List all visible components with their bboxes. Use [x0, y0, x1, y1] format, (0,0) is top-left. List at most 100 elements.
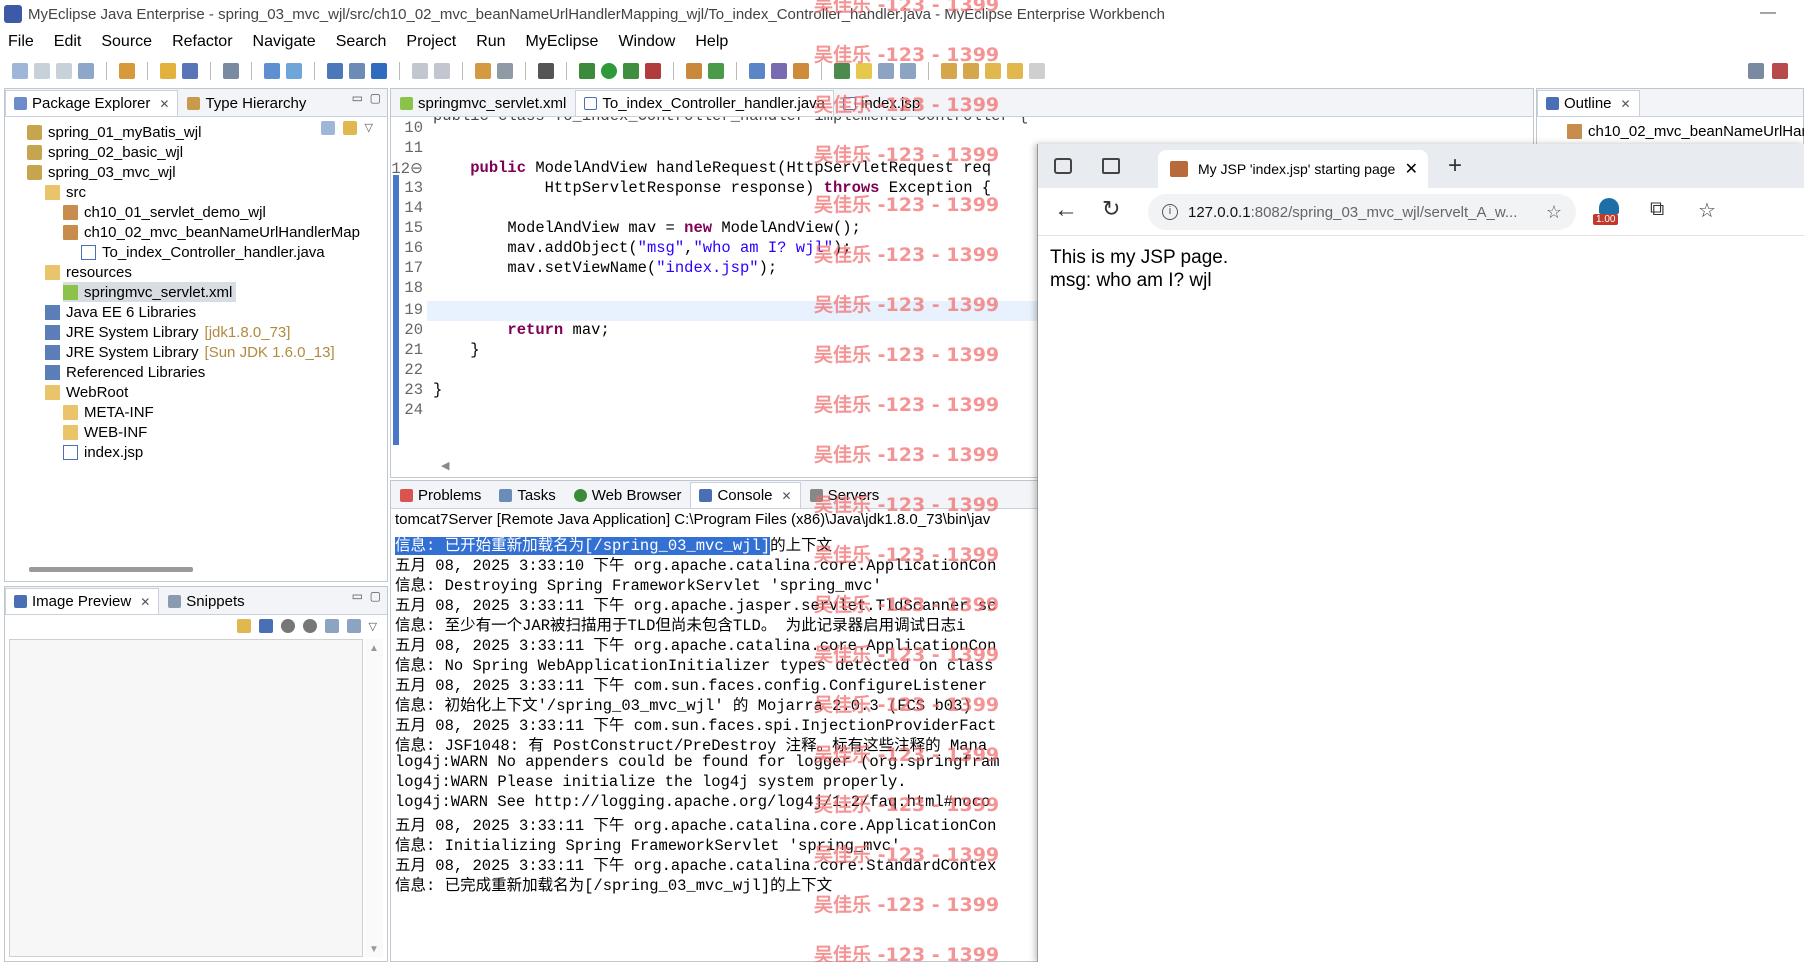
site-info-icon[interactable]: i — [1162, 204, 1178, 220]
fit-window-icon[interactable] — [346, 619, 361, 633]
zoom-in-icon[interactable] — [302, 619, 317, 633]
close-icon[interactable]: ✕ — [782, 489, 792, 503]
new-class-icon[interactable] — [708, 63, 724, 79]
build-icon[interactable] — [475, 63, 491, 79]
browser-tab-active[interactable]: My JSP 'index.jsp' starting page ✕ — [1158, 150, 1428, 188]
tree-item-javaee-libs[interactable]: Java EE 6 Libraries — [45, 302, 196, 322]
task-icon[interactable] — [793, 63, 809, 79]
forward-icon[interactable] — [1029, 63, 1045, 79]
run-icon[interactable] — [601, 63, 617, 79]
tab-console[interactable]: Console ✕ — [690, 482, 801, 508]
menu-edit[interactable]: Edit — [54, 33, 82, 51]
save-icon[interactable] — [34, 63, 50, 79]
settings-icon[interactable] — [497, 63, 513, 79]
tree-item-package-ch10-02[interactable]: ch10_02_mvc_beanNameUrlHandlerMap — [63, 222, 360, 242]
vertical-scrollbar[interactable]: ▲ ▼ — [365, 639, 383, 957]
horizontal-scrollbar[interactable] — [29, 567, 193, 572]
tree-item-springmvc-xml[interactable]: springmvc_servlet.xml — [63, 282, 237, 302]
next-annotation-icon[interactable] — [941, 63, 957, 79]
search-icon[interactable] — [771, 63, 787, 79]
tree-item-index-jsp[interactable]: index.jsp — [63, 442, 143, 462]
coverage-icon[interactable] — [623, 63, 639, 79]
tree-item-spring-02[interactable]: spring_02_basic_wjl — [27, 142, 183, 162]
tab-snippets[interactable]: Snippets — [159, 588, 253, 614]
back-icon[interactable]: ← — [1054, 196, 1078, 224]
menu-search[interactable]: Search — [336, 33, 387, 51]
extensions-puzzle-icon[interactable]: ⧉ — [1650, 198, 1664, 221]
monitor-icon[interactable] — [538, 63, 554, 79]
zoom-out-icon[interactable] — [280, 619, 295, 633]
tree-item-spring-03[interactable]: spring_03_mvc_wjl — [27, 162, 176, 182]
tree-item-meta-inf[interactable]: META-INF — [63, 402, 154, 422]
tab-java-file[interactable]: To_index_Controller_handler.java — [575, 90, 835, 116]
menu-myeclipse[interactable]: MyEclipse — [526, 33, 599, 51]
debug-icon[interactable] — [579, 63, 595, 79]
show-whitespace-icon[interactable] — [900, 63, 916, 79]
tab-web-browser[interactable]: Web Browser — [565, 482, 691, 508]
view-menu-icon[interactable]: ▽ — [369, 620, 377, 633]
sync-icon[interactable] — [236, 619, 251, 633]
tab-outline[interactable]: Outline ✕ — [1537, 90, 1640, 116]
minimize-view-icon[interactable]: ▭ — [352, 589, 363, 603]
outline-item[interactable]: ch10_02_mvc_beanNameUrlHandler — [1567, 121, 1804, 141]
tab-index-jsp[interactable]: index.jsp — [834, 90, 929, 116]
tab-servers[interactable]: Servers — [801, 482, 889, 508]
server-icon[interactable] — [286, 63, 302, 79]
menu-navigate[interactable]: Navigate — [253, 33, 316, 51]
open-resource-icon[interactable] — [182, 63, 198, 79]
prev-annotation-icon[interactable] — [963, 63, 979, 79]
new-icon[interactable] — [12, 63, 28, 79]
open-type-icon[interactable] — [160, 63, 176, 79]
favorites-icon[interactable]: ☆ — [1698, 198, 1716, 223]
back-icon[interactable] — [1007, 63, 1023, 79]
web-icon[interactable] — [327, 63, 343, 79]
tab-springmvc-servlet-xml[interactable]: springmvc_servlet.xml — [391, 90, 575, 116]
db-icon[interactable] — [223, 63, 239, 79]
print-icon[interactable] — [78, 63, 94, 79]
tree-item-spring-01[interactable]: spring_01_myBatis_wjl — [27, 122, 201, 142]
menu-help[interactable]: Help — [695, 33, 728, 51]
favorite-star-icon[interactable]: ☆ — [1546, 202, 1562, 223]
open-perspective-button-icon[interactable] — [1748, 63, 1764, 79]
save-all-icon[interactable] — [56, 63, 72, 79]
new-package-icon[interactable] — [686, 63, 702, 79]
tree-item-webroot[interactable]: WebRoot — [45, 382, 128, 402]
menu-project[interactable]: Project — [406, 33, 456, 51]
link-icon[interactable] — [834, 63, 850, 79]
deploy-icon[interactable] — [264, 63, 280, 79]
address-bar[interactable]: i 127.0.0.1:8082/spring_03_mvc_wjl/serve… — [1148, 194, 1576, 230]
tree-item-web-inf[interactable]: WEB-INF — [63, 422, 147, 442]
tree-item-jre-18[interactable]: JRE System Library [jdk1.8.0_73] — [45, 322, 290, 342]
last-edit-icon[interactable] — [985, 63, 1001, 79]
tab-image-preview[interactable]: Image Preview ✕ — [5, 588, 160, 614]
menu-file[interactable]: File — [8, 33, 34, 51]
refresh-icon[interactable]: ↻ — [1102, 196, 1120, 222]
tree-item-referenced-libs[interactable]: Referenced Libraries — [45, 362, 205, 382]
menu-window[interactable]: Window — [618, 33, 675, 51]
menu-refactor[interactable]: Refactor — [172, 33, 232, 51]
close-icon[interactable]: ✕ — [140, 595, 150, 609]
copy-icon[interactable] — [434, 63, 450, 79]
close-tab-icon[interactable]: ✕ — [1405, 159, 1418, 179]
tree-item-package-ch10-01[interactable]: ch10_01_servlet_demo_wjl — [63, 202, 266, 222]
menu-source[interactable]: Source — [101, 33, 152, 51]
tree-item-java-file[interactable]: To_index_Controller_handler.java — [81, 242, 325, 262]
tab-tasks[interactable]: Tasks — [490, 482, 564, 508]
fit-icon[interactable] — [258, 619, 273, 633]
tab-problems[interactable]: Problems — [391, 482, 490, 508]
cut-icon[interactable] — [412, 63, 428, 79]
minimize-button[interactable]: — — [1760, 4, 1776, 22]
close-icon[interactable]: ✕ — [1621, 97, 1631, 111]
highlight-icon[interactable] — [856, 63, 872, 79]
jsp-icon[interactable] — [349, 63, 365, 79]
workspaces-icon[interactable] — [1054, 158, 1072, 174]
tree-item-resources[interactable]: resources — [45, 262, 132, 282]
myeclipse-perspective-icon[interactable] — [1772, 63, 1788, 79]
menu-run[interactable]: Run — [476, 33, 505, 51]
actual-size-icon[interactable] — [324, 619, 339, 633]
tree-item-src[interactable]: src — [45, 182, 86, 202]
block-select-icon[interactable] — [878, 63, 894, 79]
external-tools-icon[interactable] — [645, 63, 661, 79]
tree-item-jre-16[interactable]: JRE System Library [Sun JDK 1.6.0_13] — [45, 342, 335, 362]
new-tab-icon[interactable]: + — [1448, 152, 1462, 180]
